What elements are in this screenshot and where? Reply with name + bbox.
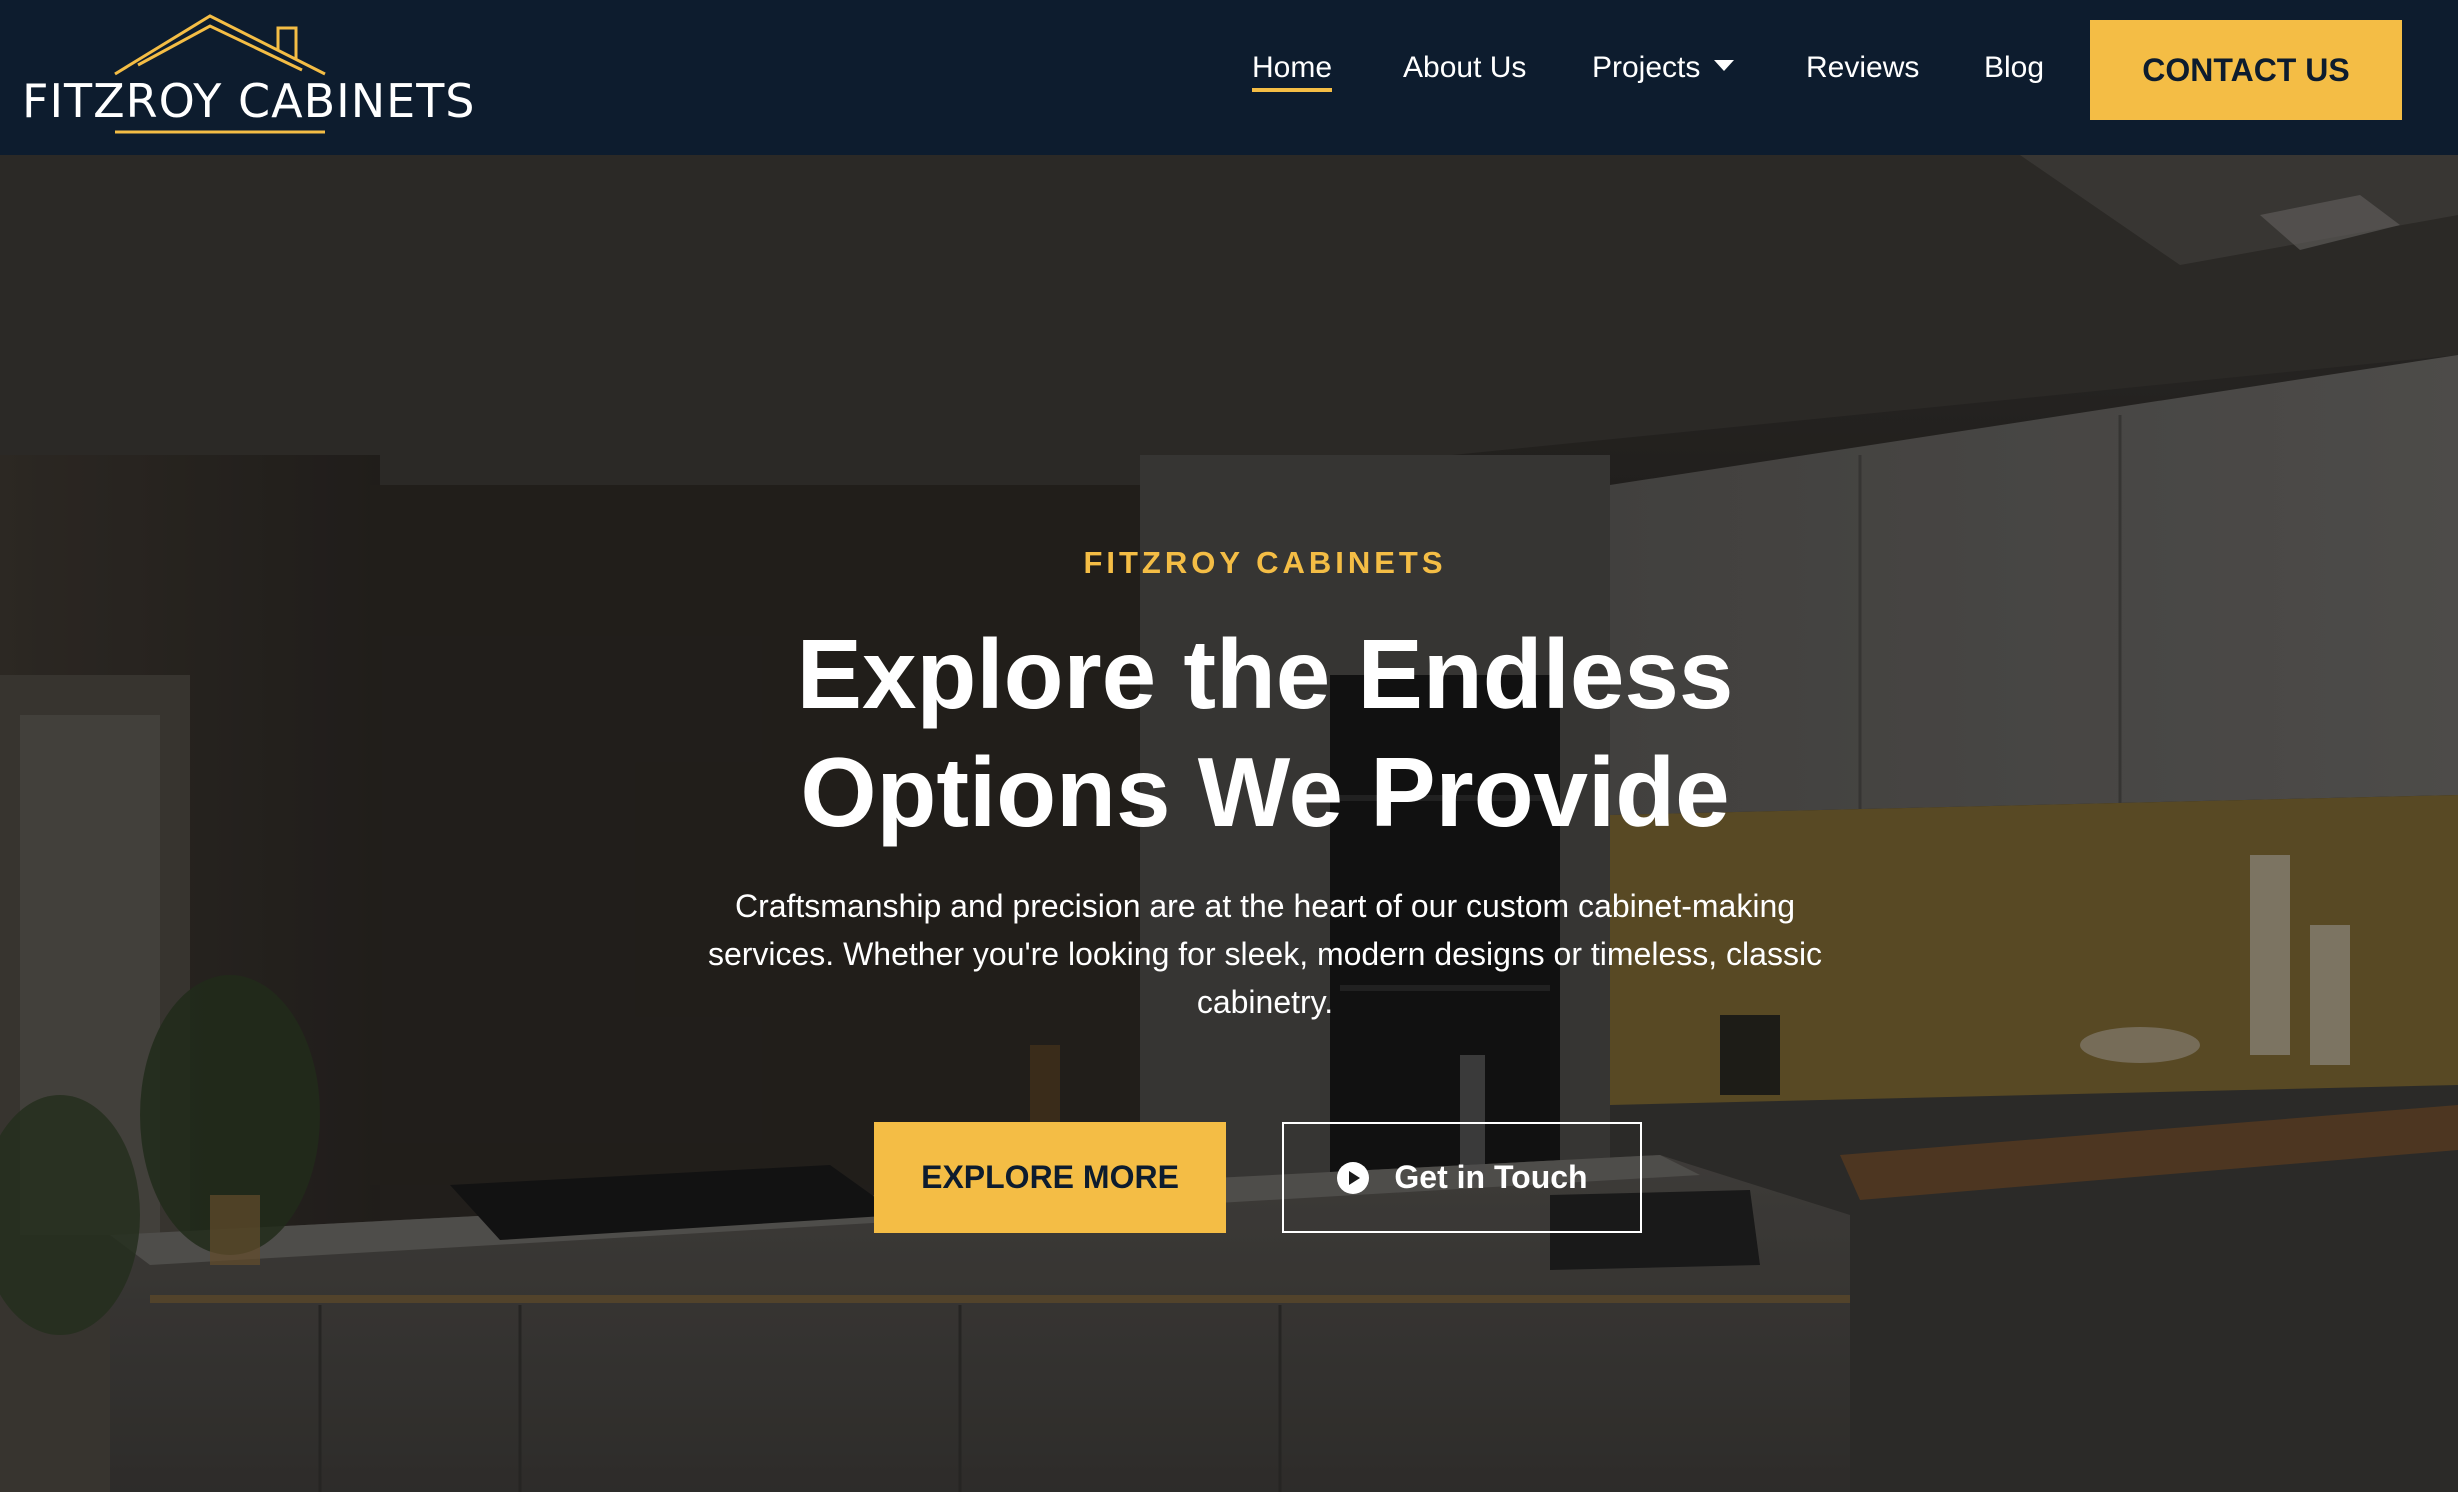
hero-subtext: Craftsmanship and precision are at the h… [707,888,1823,1020]
caret-down-icon [1714,60,1735,71]
hero-headline: Explore the Endless Options We Provide [0,615,2458,851]
explore-more-button[interactable]: EXPLORE MORE [874,1122,1226,1233]
hero-section: FITZROY CABINETS Explore the Endless Opt… [0,155,2458,1492]
nav-item-reviews[interactable]: Reviews [1806,50,1919,86]
logo-text: FITZROY CABINETS [22,74,476,128]
nav-item-projects[interactable]: Projects [1592,50,1735,86]
hero-headline-line2: Options We Provide [800,737,1730,847]
nav-item-projects-label: Projects [1592,51,1701,84]
site-logo[interactable]: FITZROY CABINETS [20,10,475,140]
nav-item-home[interactable]: Home [1252,50,1333,92]
nav-item-about-us[interactable]: About Us [1403,50,1526,86]
hero-eyebrow: FITZROY CABINETS [1083,545,1447,580]
get-in-touch-button[interactable]: Get in Touch [1282,1122,1642,1233]
play-circle-icon [1337,1161,1370,1194]
get-in-touch-label: Get in Touch [1394,1159,1588,1195]
hero-headline-line1: Explore the Endless [796,619,1734,729]
nav-item-blog[interactable]: Blog [1984,50,2044,86]
contact-us-button[interactable]: CONTACT US [2090,20,2402,120]
site-header: FITZROY CABINETS Home About Us Projects … [0,0,2458,155]
